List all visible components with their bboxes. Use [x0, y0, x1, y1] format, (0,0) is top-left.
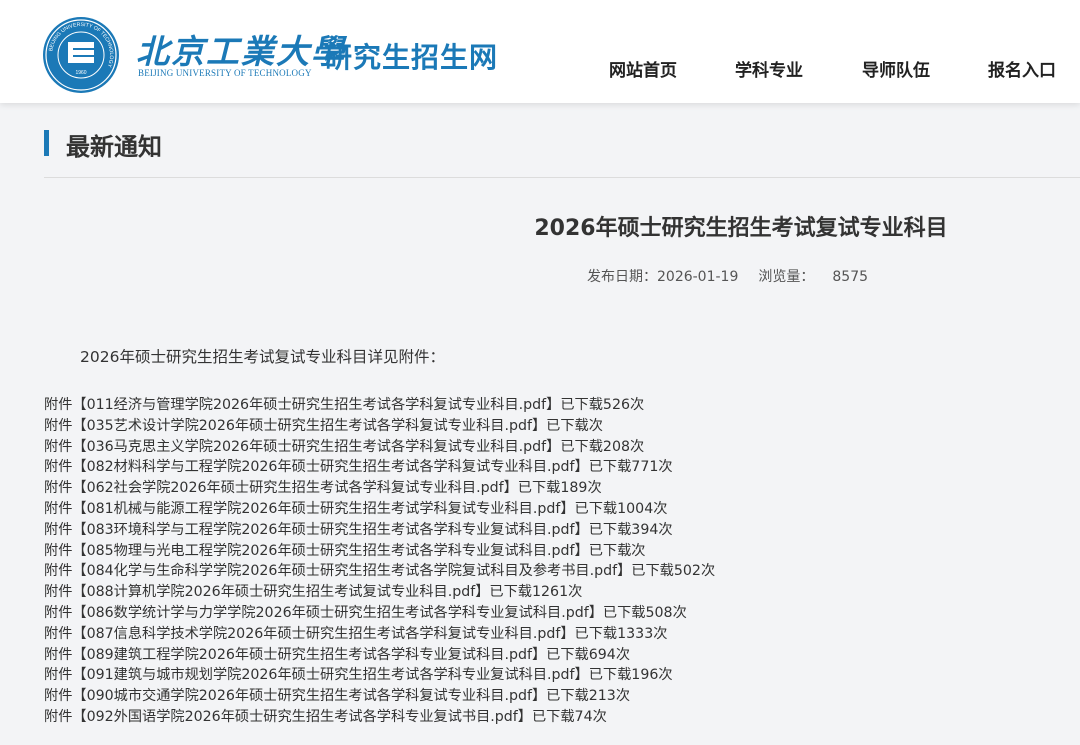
attachment-prefix: 附件【	[44, 667, 87, 684]
publish-date: 2026-01-19	[657, 269, 739, 285]
attachment-download-count: 】已下载502次	[617, 563, 716, 580]
attachment-download-count: 】已下载394次	[574, 521, 673, 538]
attachment-prefix: 附件【	[44, 688, 87, 705]
attachment-file-link[interactable]: 086数学统计学与力学学院2026年硕士研究生招生考试各学科专业复试科目.pdf	[87, 605, 589, 621]
main-nav: 网站首页 学科专业 导师队伍 报名入口	[0, 56, 1080, 81]
attachment-item: 附件【091建筑与城市规划学院2026年硕士研究生招生考试各学科专业复试科目.p…	[44, 665, 715, 686]
attachment-download-count: 】已下载771次	[574, 459, 673, 476]
attachment-prefix: 附件【	[44, 500, 87, 517]
attachment-prefix: 附件【	[44, 646, 87, 663]
attachment-prefix: 附件【	[44, 521, 87, 538]
attachment-file-link[interactable]: 085物理与光电工程学院2026年硕士研究生招生考试各学科专业复试科目.pdf	[87, 543, 575, 559]
attachment-item: 附件【082材料科学与工程学院2026年硕士研究生招生考试各学科复试专业科目.p…	[44, 457, 715, 478]
attachment-item: 附件【087信息科学技术学院2026年硕士研究生招生考试各学科复试专业科目.pd…	[44, 624, 715, 645]
publish-date-label: 发布日期：	[587, 269, 657, 285]
attachment-download-count: 】已下载196次	[574, 667, 673, 684]
attachment-item: 附件【083环境科学与工程学院2026年硕士研究生招生考试各学科专业复试科目.p…	[44, 520, 715, 541]
attachment-file-link[interactable]: 082材料科学与工程学院2026年硕士研究生招生考试各学科复试专业科目.pdf	[87, 459, 575, 475]
attachment-item: 附件【092外国语学院2026年硕士研究生招生考试各学科专业复试书目.pdf】已…	[44, 707, 715, 728]
attachment-download-count: 】已下载189次	[503, 480, 602, 497]
section-divider	[44, 177, 1080, 178]
attachment-prefix: 附件【	[44, 417, 87, 434]
attachment-item: 附件【062社会学院2026年硕士研究生招生考试各学科复试专业科目.pdf】已下…	[44, 478, 715, 499]
nav-item-supervisors[interactable]: 导师队伍	[862, 56, 930, 81]
university-seal-icon[interactable]: BEIJING UNIVERSITY OF TECHNOLOGY 1960	[42, 16, 120, 94]
nav-item-registration[interactable]: 报名入口	[988, 56, 1056, 81]
section-title: 最新通知	[66, 133, 162, 161]
section-accent-bar	[44, 130, 49, 156]
article-meta: 发布日期：2026-01-19 浏览量： 8575	[587, 266, 868, 286]
attachment-download-count: 】已下载208次	[546, 438, 645, 455]
attachment-file-link[interactable]: 035艺术设计学院2026年硕士研究生招生考试各学科复试专业科目.pdf	[87, 418, 532, 434]
attachment-item: 附件【081机械与能源工程学院2026年硕士研究生招生考试学科复试专业科目.pd…	[44, 499, 715, 520]
article-title: 2026年硕士研究生招生考试复试专业科目	[534, 216, 948, 241]
attachment-file-link[interactable]: 091建筑与城市规划学院2026年硕士研究生招生考试各学科专业复试科目.pdf	[87, 667, 575, 683]
attachment-item: 附件【084化学与生命科学学院2026年硕士研究生招生考试各学院复试科目及参考书…	[44, 561, 715, 582]
article-intro: 2026年硕士研究生招生考试复试专业科目详见附件：	[80, 348, 445, 366]
attachment-download-count: 】已下载694次	[531, 646, 631, 663]
attachment-download-count: 】已下载次	[574, 542, 646, 559]
attachment-file-link[interactable]: 084化学与生命科学学院2026年硕士研究生招生考试各学院复试科目及参考书目.p…	[87, 563, 618, 579]
attachment-item: 附件【036马克思主义学院2026年硕士研究生招生考试各学科复试专业科目.pdf…	[44, 437, 715, 458]
attachment-file-link[interactable]: 036马克思主义学院2026年硕士研究生招生考试各学科复试专业科目.pdf	[87, 439, 547, 455]
attachment-item: 附件【088计算机学院2026年硕士研究生招生考试复试专业科目.pdf】已下载1…	[44, 582, 715, 603]
attachment-item: 附件【085物理与光电工程学院2026年硕士研究生招生考试各学科专业复试科目.p…	[44, 541, 715, 562]
attachment-file-link[interactable]: 088计算机学院2026年硕士研究生招生考试复试专业科目.pdf	[87, 584, 476, 600]
attachment-download-count: 】已下载526次	[546, 397, 645, 413]
attachment-item: 附件【090城市交通学院2026年硕士研究生招生考试各学科复试专业科目.pdf】…	[44, 686, 715, 707]
nav-item-home[interactable]: 网站首页	[609, 56, 677, 81]
attachment-prefix: 附件【	[44, 625, 87, 642]
attachment-download-count: 】已下载1004次	[560, 500, 668, 517]
attachment-download-count: 】已下载1333次	[560, 625, 668, 642]
attachment-prefix: 附件【	[44, 584, 87, 601]
attachment-item: 附件【089建筑工程学院2026年硕士研究生招生考试各学科专业复试科目.pdf】…	[44, 645, 715, 666]
views-count: 8575	[832, 269, 869, 285]
attachment-download-count: 】已下载74次	[517, 708, 607, 725]
attachment-list: 附件【011经济与管理学院2026年硕士研究生招生考试各学科复试专业科目.pdf…	[44, 395, 715, 728]
attachment-file-link[interactable]: 090城市交通学院2026年硕士研究生招生考试各学科复试专业科目.pdf	[87, 688, 532, 704]
attachment-file-link[interactable]: 087信息科学技术学院2026年硕士研究生招生考试各学科复试专业科目.pdf	[87, 626, 561, 642]
attachment-file-link[interactable]: 083环境科学与工程学院2026年硕士研究生招生考试各学科专业复试科目.pdf	[87, 522, 575, 538]
attachment-download-count: 】已下载次	[531, 417, 603, 434]
attachment-prefix: 附件【	[44, 459, 87, 476]
attachment-download-count: 】已下载508次	[588, 604, 687, 621]
attachment-prefix: 附件【	[44, 480, 87, 497]
attachment-download-count: 】已下载1261次	[475, 584, 583, 601]
attachment-item: 附件【035艺术设计学院2026年硕士研究生招生考试各学科复试专业科目.pdf】…	[44, 416, 715, 437]
attachment-prefix: 附件【	[44, 708, 87, 725]
nav-item-disciplines[interactable]: 学科专业	[735, 56, 803, 81]
attachment-prefix: 附件【	[44, 542, 87, 559]
attachment-file-link[interactable]: 089建筑工程学院2026年硕士研究生招生考试各学科专业复试科目.pdf	[87, 647, 532, 663]
attachment-file-link[interactable]: 062社会学院2026年硕士研究生招生考试各学科复试专业科目.pdf	[87, 480, 504, 496]
attachment-item: 附件【011经济与管理学院2026年硕士研究生招生考试各学科复试专业科目.pdf…	[44, 395, 715, 416]
attachment-file-link[interactable]: 092外国语学院2026年硕士研究生招生考试各学科专业复试书目.pdf	[87, 709, 518, 725]
attachment-prefix: 附件【	[44, 563, 87, 580]
attachment-prefix: 附件【	[44, 397, 87, 413]
attachment-prefix: 附件【	[44, 604, 87, 621]
attachment-prefix: 附件【	[44, 438, 87, 455]
views-label: 浏览量：	[758, 269, 815, 285]
attachment-file-link[interactable]: 011经济与管理学院2026年硕士研究生招生考试各学科复试专业科目.pdf	[87, 397, 547, 413]
attachment-download-count: 】已下载213次	[531, 688, 631, 705]
site-header: BEIJING UNIVERSITY OF TECHNOLOGY 1960 北京…	[0, 0, 1080, 103]
attachment-file-link[interactable]: 081机械与能源工程学院2026年硕士研究生招生考试学科复试专业科目.pdf	[87, 501, 561, 517]
attachment-item: 附件【086数学统计学与力学学院2026年硕士研究生招生考试各学科专业复试科目.…	[44, 603, 715, 624]
